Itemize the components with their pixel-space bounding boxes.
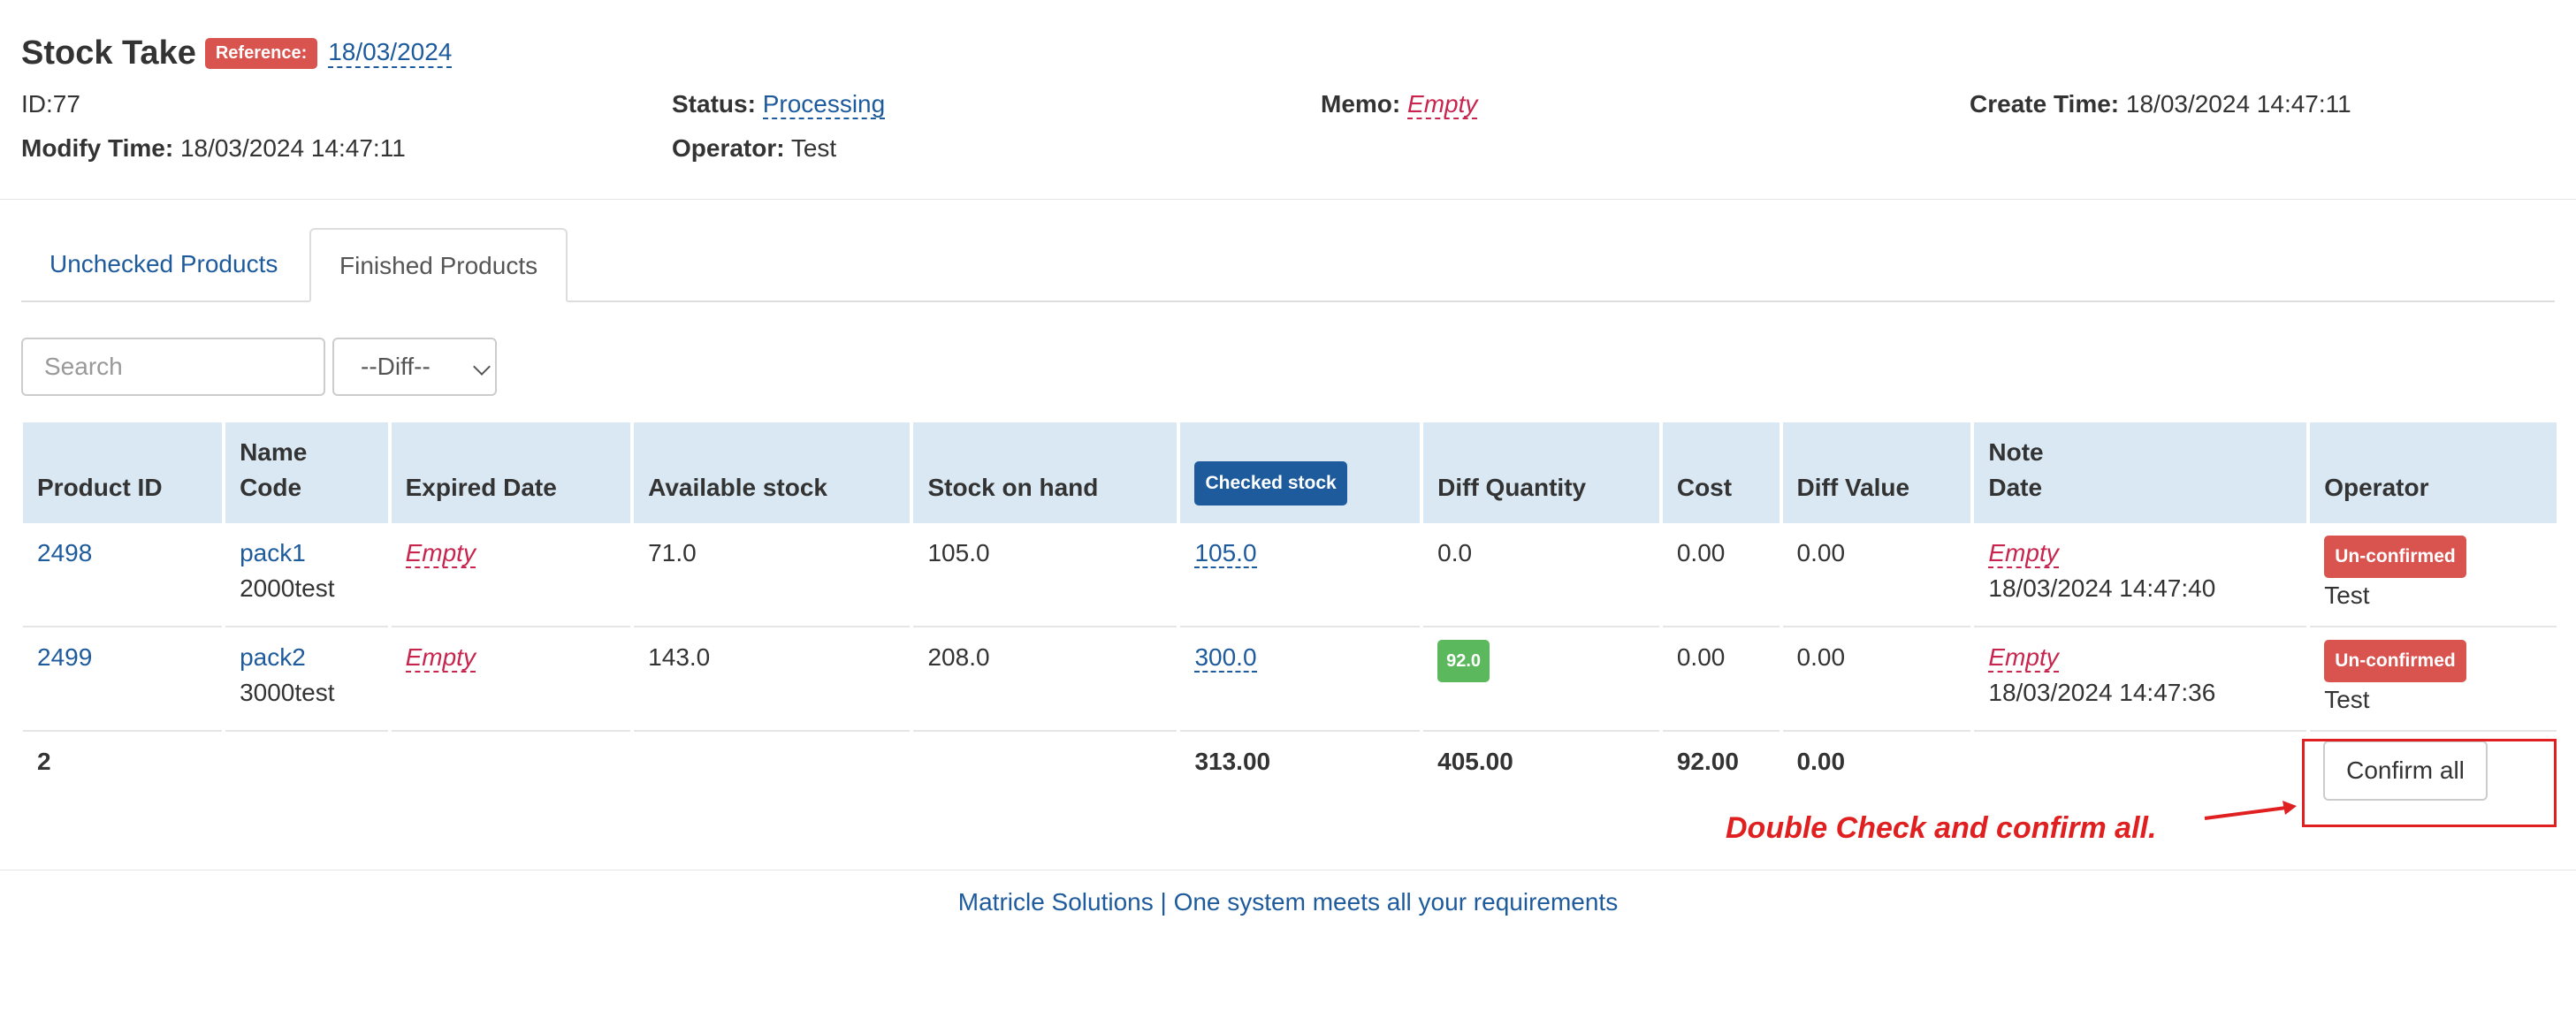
product-id-link[interactable]: 2499: [37, 643, 92, 671]
status-badge: Un-confirmed: [2324, 640, 2466, 682]
diff-quantity-cell: 0.0: [1423, 523, 1659, 627]
total-diff-quantity: 405.00: [1437, 748, 1513, 775]
stock-on-hand-cell: 208.0: [913, 627, 1177, 732]
product-name-link[interactable]: pack1: [240, 536, 374, 571]
table-row: 2499 pack2 3000test Empty 143.0 208.0 30…: [23, 627, 2557, 732]
operator-field: Operator: Test: [672, 134, 836, 163]
row-operator: Test: [2324, 582, 2370, 609]
header-diff-quantity[interactable]: Diff Quantity: [1423, 422, 1659, 523]
header-checked-stock[interactable]: Checked stock: [1180, 422, 1421, 523]
annotation-arrow-icon: [2204, 801, 2297, 820]
total-checked-stock: 313.00: [1194, 748, 1271, 775]
header-note-date[interactable]: Note Date: [1974, 422, 2307, 523]
footer-text[interactable]: Matricle Solutions | One system meets al…: [0, 888, 2576, 916]
modify-time-field: Modify Time: 18/03/2024 14:47:11: [21, 134, 406, 163]
tab-finished-products[interactable]: Finished Products: [309, 228, 568, 302]
stock-take-header: Stock Take Reference: 18/03/2024 ID:77 S…: [21, 27, 2555, 184]
header-available-stock[interactable]: Available stock: [634, 422, 911, 523]
product-tabs: Unchecked Products Finished Products: [21, 228, 2555, 302]
header-name: Name: [240, 438, 308, 466]
status-badge: Un-confirmed: [2324, 536, 2466, 578]
checked-stock-editable[interactable]: 105.0: [1194, 539, 1257, 568]
note-date: 18/03/2024 14:47:40: [1988, 574, 2216, 602]
annotation-text: Double Check and confirm all.: [1726, 811, 2157, 845]
status-field: Status: Processing: [672, 90, 886, 119]
table-header-row: Product ID Name Code Expired Date Availa…: [23, 422, 2557, 523]
product-id-link[interactable]: 2498: [37, 539, 92, 566]
modify-time-label: Modify Time:: [21, 134, 174, 162]
note-date: 18/03/2024 14:47:36: [1988, 679, 2216, 706]
expired-date-editable[interactable]: Empty: [405, 539, 476, 568]
chevron-down-icon: [473, 358, 491, 376]
create-time-value: 18/03/2024 14:47:11: [2125, 90, 2351, 118]
status-link[interactable]: Processing: [762, 90, 886, 119]
header-expired-date[interactable]: Expired Date: [391, 422, 631, 523]
header-diff-value[interactable]: Diff Value: [1782, 422, 1971, 523]
header-operator[interactable]: Operator: [2310, 422, 2557, 523]
finished-products-table: Product ID Name Code Expired Date Availa…: [19, 422, 2560, 810]
reference-date-link[interactable]: 18/03/2024: [328, 38, 453, 68]
header-cost[interactable]: Cost: [1662, 422, 1780, 523]
checked-stock-badge: Checked stock: [1194, 461, 1347, 506]
available-stock-cell: 71.0: [634, 523, 911, 627]
search-input[interactable]: [21, 338, 325, 396]
header-name-code[interactable]: Name Code: [225, 422, 388, 523]
header-stock-on-hand[interactable]: Stock on hand: [913, 422, 1177, 523]
tab-unchecked-products[interactable]: Unchecked Products: [21, 228, 306, 300]
total-count: 2: [37, 748, 51, 775]
cost-cell: 0.00: [1662, 523, 1780, 627]
row-operator: Test: [2324, 686, 2370, 713]
product-code: 3000test: [240, 679, 335, 706]
diff-select-value: --Diff--: [361, 353, 431, 380]
diff-quantity-badge: 92.0: [1437, 640, 1490, 682]
create-time-field: Create Time: 18/03/2024 14:47:11: [1970, 90, 2351, 118]
annotation-highlight-box: [2302, 739, 2557, 827]
diff-value-cell: 0.00: [1782, 523, 1971, 627]
memo-link[interactable]: Empty: [1407, 90, 1478, 119]
status-label: Status:: [672, 90, 756, 118]
title-row: Stock Take Reference: 18/03/2024: [21, 27, 2555, 80]
memo-label: Memo:: [1321, 90, 1401, 118]
modify-time-value: 18/03/2024 14:47:11: [179, 134, 406, 162]
diff-select[interactable]: --Diff--: [332, 338, 497, 396]
page-title: Stock Take: [21, 34, 196, 72]
total-diff-value: 0.00: [1796, 748, 1846, 775]
operator-label: Operator:: [672, 134, 785, 162]
operator-value: Test: [790, 134, 837, 162]
table-row: 2498 pack1 2000test Empty 71.0 105.0 105…: [23, 523, 2557, 627]
table-totals-row: 2 313.00 405.00 92.00 0.00: [23, 732, 2557, 810]
available-stock-cell: 143.0: [634, 627, 911, 732]
header-note: Note: [1988, 438, 2044, 466]
expired-date-editable[interactable]: Empty: [405, 643, 476, 673]
note-editable[interactable]: Empty: [1988, 539, 2059, 568]
header-product-id[interactable]: Product ID: [23, 422, 223, 523]
memo-field: Memo: Empty: [1321, 90, 1478, 119]
cost-cell: 0.00: [1662, 627, 1780, 732]
product-name-link[interactable]: pack2: [240, 640, 374, 675]
checked-stock-editable[interactable]: 300.0: [1194, 643, 1257, 673]
header-divider: [0, 199, 2576, 200]
header-date: Date: [1988, 474, 2043, 501]
id-field: ID:77: [21, 90, 80, 118]
header-code: Code: [240, 474, 302, 501]
info-grid: ID:77 Status: Processing Memo: Empty Cre…: [21, 87, 2555, 184]
diff-value-cell: 0.00: [1782, 627, 1971, 732]
stock-on-hand-cell: 105.0: [913, 523, 1177, 627]
total-cost: 92.00: [1676, 748, 1739, 775]
product-code: 2000test: [240, 574, 335, 602]
create-time-label: Create Time:: [1970, 90, 2120, 118]
note-editable[interactable]: Empty: [1988, 643, 2059, 673]
reference-badge: Reference:: [204, 37, 318, 69]
